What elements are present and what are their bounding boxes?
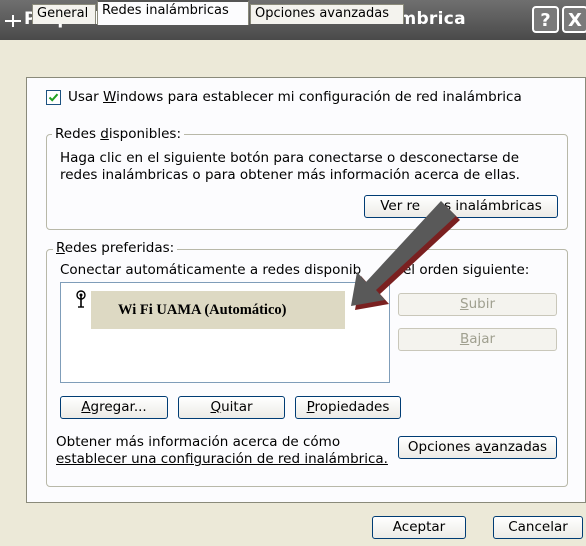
- add-button[interactable]: Agregar...: [60, 396, 168, 419]
- network-connection-icon: [5, 15, 21, 27]
- preferred-networks-description-end: el orden siguiente:: [403, 262, 530, 278]
- remove-button[interactable]: Quitar: [178, 396, 285, 419]
- preferred-networks-title: Redes preferidas:: [53, 240, 178, 256]
- tab-wireless-networks[interactable]: Redes inalámbricas: [97, 0, 249, 25]
- checkmark-icon: [48, 93, 59, 102]
- use-windows-label[interactable]: Usar Windows para establecer mi configur…: [68, 89, 522, 105]
- tab-general[interactable]: General: [32, 4, 96, 24]
- preferred-networks-description-start: Conectar automáticamente a redes disponi…: [60, 262, 362, 278]
- properties-dialog: Propiedades de Conexión de red inalámbri…: [0, 0, 586, 546]
- close-button[interactable]: X: [562, 6, 586, 33]
- tab-advanced-options[interactable]: Opciones avanzadas: [250, 4, 404, 24]
- advanced-options-button[interactable]: Opciones avanzadas: [398, 436, 557, 459]
- move-down-button[interactable]: Bajar: [398, 328, 557, 351]
- available-networks-text-2: redes inalámbricas o para obtener más in…: [60, 167, 520, 183]
- use-windows-checkbox[interactable]: [46, 90, 61, 105]
- move-up-button[interactable]: Subir: [398, 293, 557, 316]
- setup-wireless-link[interactable]: establecer una configuración de red inal…: [56, 451, 388, 468]
- help-button[interactable]: ?: [532, 6, 559, 33]
- properties-button[interactable]: Propiedades: [295, 396, 401, 419]
- ok-button[interactable]: Aceptar: [372, 516, 466, 539]
- available-networks-title: Redes disponibles:: [52, 126, 184, 142]
- wireless-antenna-icon: [76, 290, 86, 308]
- info-text: Obtener más información acerca de cómo: [56, 434, 341, 450]
- cancel-button[interactable]: Cancelar: [493, 516, 583, 539]
- view-wireless-networks-button[interactable]: Ver re s inalámbricas: [364, 195, 558, 218]
- available-networks-text-1: Haga clic en el siguiente botón para con…: [60, 150, 520, 166]
- network-name[interactable]: Wi Fi UAMA (Automático): [118, 302, 286, 319]
